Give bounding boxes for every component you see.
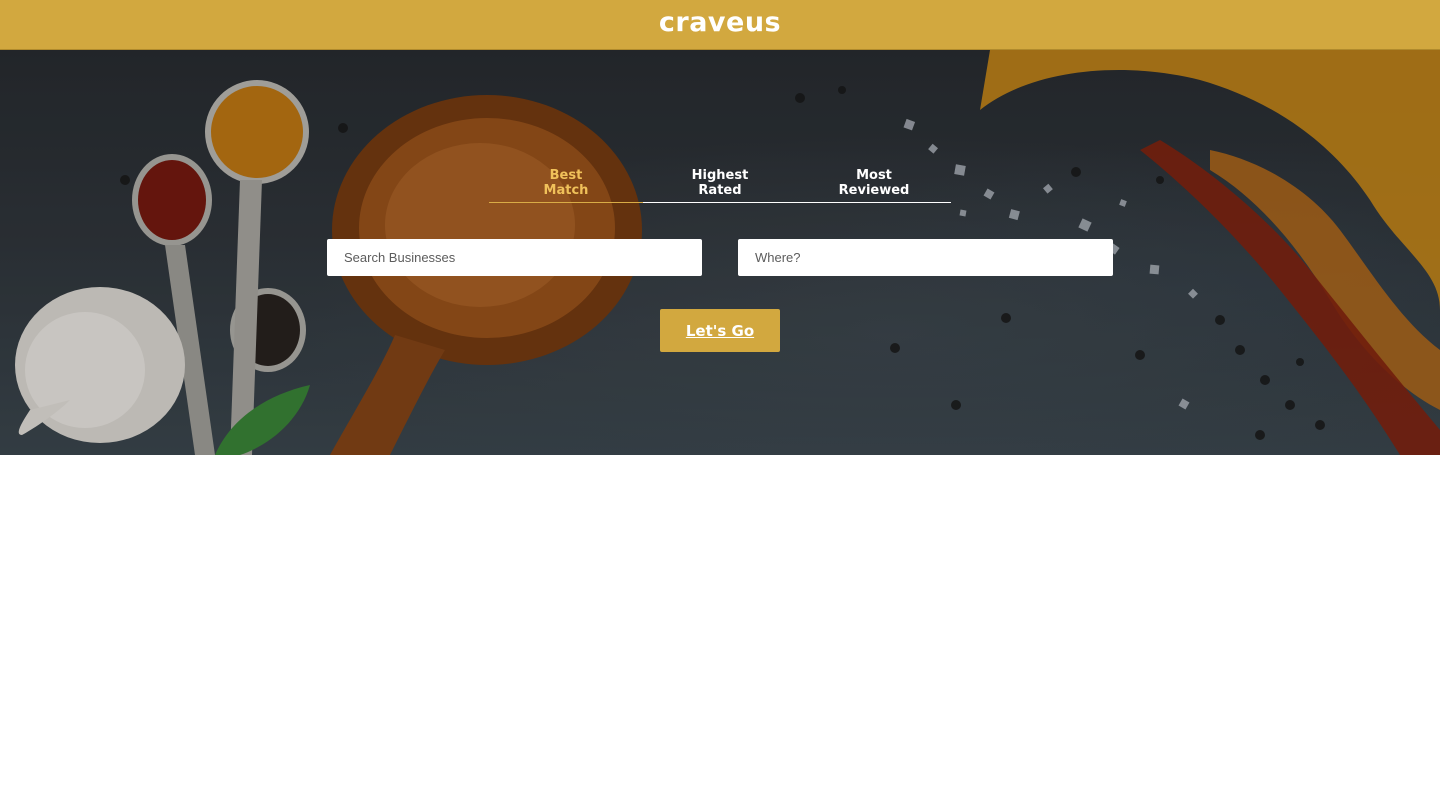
business-search-input[interactable] [327, 239, 702, 276]
tab-most-reviewed[interactable]: Most Reviewed [797, 166, 951, 202]
tab-best-match[interactable]: Best Match [489, 166, 643, 203]
app-logo[interactable]: craveus [659, 9, 781, 36]
tab-highest-rated[interactable]: Highest Rated [643, 166, 797, 202]
tab-most-reviewed-label: Most Reviewed [838, 168, 910, 198]
location-search-input[interactable] [738, 239, 1113, 276]
tab-highest-rated-label: Highest Rated [691, 168, 749, 198]
hero-overlay [0, 50, 1440, 455]
sort-tabs: Best Match Highest Rated Most Reviewed [489, 166, 951, 203]
lets-go-button[interactable]: Let's Go [660, 309, 780, 352]
search-hero: Best Match Highest Rated Most Reviewed L… [0, 50, 1440, 455]
business-results-list [0, 455, 1440, 788]
app-header: craveus [0, 0, 1440, 50]
tab-best-match-label: Best Match [543, 168, 589, 198]
